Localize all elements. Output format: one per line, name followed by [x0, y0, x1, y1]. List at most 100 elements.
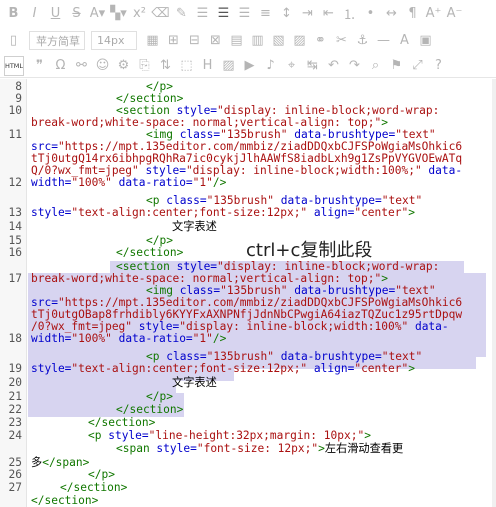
font-color-icon[interactable]: A▾: [88, 4, 107, 24]
line-number: 26: [8, 468, 22, 481]
italic-icon[interactable]: I: [25, 4, 44, 24]
attr-name: width=: [31, 332, 72, 345]
strikethrough-icon[interactable]: S̶: [67, 4, 86, 24]
formatting-toolbar: B I U S̶ A▾ ▚▾ x² ⌫ ✎ ☰ ☰ ☰ ≡ ↕ ⇥ ⇤ ⒈ • …: [0, 0, 496, 27]
bold-icon[interactable]: B: [4, 4, 23, 24]
superscript-icon[interactable]: x²: [130, 4, 149, 24]
font-size-down-icon[interactable]: A⁻: [445, 4, 464, 24]
table-icon[interactable]: ▦: [143, 31, 162, 51]
link-icon[interactable]: ⚭: [311, 31, 330, 51]
table-props-icon[interactable]: ▧: [269, 31, 288, 51]
code-line: <span style="font-size: 12px;">左右滑动查看更: [116, 443, 403, 455]
html-source-button[interactable]: HTML: [4, 55, 24, 76]
line-number-gutter: 8 9 10 11 12 13 14 15 16 17 18 19 20 21 22 23 24 25 26 27: [0, 79, 27, 507]
font-family-select[interactable]: 苹方简草: [29, 31, 85, 50]
attr-name: align=: [313, 362, 355, 375]
editor-scrollbar[interactable]: [492, 79, 496, 507]
format-clear-icon[interactable]: ⌫: [151, 4, 170, 24]
attr-name: align=: [313, 206, 355, 219]
html-source-editor[interactable]: 8 9 10 11 12 13 14 15 16 17 18 19 20 21 22 23 24 25 26 27 <…: [0, 79, 496, 507]
text-content: 文字表述: [172, 376, 217, 389]
code-line: 文字表述: [172, 377, 217, 389]
quote-icon[interactable]: ❞: [30, 56, 49, 76]
music-icon[interactable]: ♪: [261, 56, 280, 76]
align-center-icon[interactable]: ☰: [214, 4, 233, 24]
split-icon[interactable]: ↹: [303, 56, 322, 76]
indent-icon[interactable]: ⇥: [298, 4, 317, 24]
code-line: style="text-align:center;font-size:12px;…: [31, 207, 415, 219]
image-upload-icon[interactable]: ▨: [219, 56, 238, 76]
tag-end: >: [364, 429, 371, 442]
undo-icon[interactable]: ↶: [324, 56, 343, 76]
format-match-icon[interactable]: ⇅: [156, 56, 175, 76]
split-cells-icon[interactable]: ▥: [248, 31, 267, 51]
video-icon[interactable]: ▶: [240, 56, 259, 76]
code-line: 多</span>: [31, 457, 89, 469]
paintbrush-icon[interactable]: ✎: [172, 4, 191, 24]
tag-end: >: [408, 362, 415, 375]
ordered-list-icon[interactable]: ⒈: [340, 4, 359, 24]
attr-value: "100%": [71, 332, 119, 345]
tag-close: </section>: [31, 494, 99, 507]
code-icon[interactable]: ⚙: [114, 56, 133, 76]
preview-icon[interactable]: ⚑: [387, 56, 406, 76]
search-replace-icon[interactable]: ⌕: [366, 56, 385, 76]
attr-name: data-ratio=: [118, 176, 193, 189]
fullscreen-icon[interactable]: ⤢: [408, 56, 427, 76]
letter-spacing-icon[interactable]: ↔: [382, 4, 401, 24]
heading-icon[interactable]: H: [198, 56, 217, 76]
underline-icon[interactable]: U: [46, 4, 65, 24]
line-number: 14: [8, 220, 22, 233]
attr-value: "font-size: 12px;": [196, 442, 319, 455]
background-color-icon[interactable]: ▚▾: [109, 4, 128, 24]
paste-plain-icon[interactable]: ⎘: [135, 56, 154, 76]
attr-name: style=: [31, 362, 72, 375]
map-icon[interactable]: ⌖: [282, 56, 301, 76]
line-number: 22: [8, 403, 22, 416]
code-line: 文字表述: [172, 221, 217, 233]
attr-value: "100%": [71, 176, 119, 189]
unlink-icon[interactable]: ✂: [332, 31, 351, 51]
insert-row-icon[interactable]: ⊞: [164, 31, 183, 51]
image-settings-icon[interactable]: ▣: [416, 31, 435, 51]
special-chars-icon[interactable]: Ω: [51, 56, 70, 76]
tag-end: />: [212, 176, 227, 189]
line-number: 19: [8, 362, 22, 375]
align-justify-icon[interactable]: ≡: [256, 4, 275, 24]
outdent-icon[interactable]: ⇤: [319, 4, 338, 24]
attr-value: "1": [192, 176, 213, 189]
document-icon[interactable]: ▯: [4, 31, 23, 51]
font-size-up-icon[interactable]: A⁺: [424, 4, 443, 24]
emoji-icon[interactable]: ☺: [93, 56, 112, 76]
align-right-icon[interactable]: ☰: [235, 4, 254, 24]
line-number: 11: [8, 128, 22, 141]
code-line: <p style="line-height:32px;margin: 10px;…: [88, 430, 371, 442]
align-left-icon[interactable]: ☰: [193, 4, 212, 24]
unordered-list-icon[interactable]: •: [361, 4, 380, 24]
select-all-icon[interactable]: ⬚: [177, 56, 196, 76]
attr-name: data-: [414, 320, 449, 333]
line-height-icon[interactable]: ↕: [277, 4, 296, 24]
tag-open: <p: [88, 429, 109, 442]
help-icon[interactable]: ?: [429, 56, 448, 76]
image-icon[interactable]: ▨: [290, 31, 309, 51]
line-number: 23: [8, 416, 22, 429]
redo-icon[interactable]: ↷: [345, 56, 364, 76]
merge-cells-icon[interactable]: ▤: [227, 31, 246, 51]
insert-toolbar: HTML ❞ Ω ⚯ ☺ ⚙ ⎘ ⇅ ⬚ H ▨ ▶ ♪ ⌖ ↹ ↶ ↷ ⌕ ⚑…: [0, 54, 496, 78]
attr-value: "text-align:center;font-size:12px;": [71, 362, 314, 375]
delete-row-icon[interactable]: ⊠: [206, 31, 225, 51]
copy-hint-text: ctrl+c复制此段: [246, 240, 373, 261]
horizontal-rule-icon[interactable]: —: [374, 31, 393, 51]
insert-column-icon[interactable]: ⊟: [185, 31, 204, 51]
font-toolbar: ▯ 苹方简草 14px ▦ ⊞ ⊟ ⊠ ▤ ▥ ▧ ▨ ⚭ ✂ ⚓ — A ▣: [0, 27, 496, 54]
tag-close: </span>: [42, 456, 90, 469]
text-box-icon[interactable]: A: [395, 31, 414, 51]
attr-name: data-ratio=: [118, 332, 193, 345]
font-size-select[interactable]: 14px: [91, 31, 137, 50]
link-chain-icon[interactable]: ⚯: [72, 56, 91, 76]
anchor-icon[interactable]: ⚓: [353, 31, 372, 51]
line-number: 20: [8, 376, 22, 389]
line-number: 13: [8, 206, 22, 219]
text-direction-icon[interactable]: ¶: [403, 4, 422, 24]
